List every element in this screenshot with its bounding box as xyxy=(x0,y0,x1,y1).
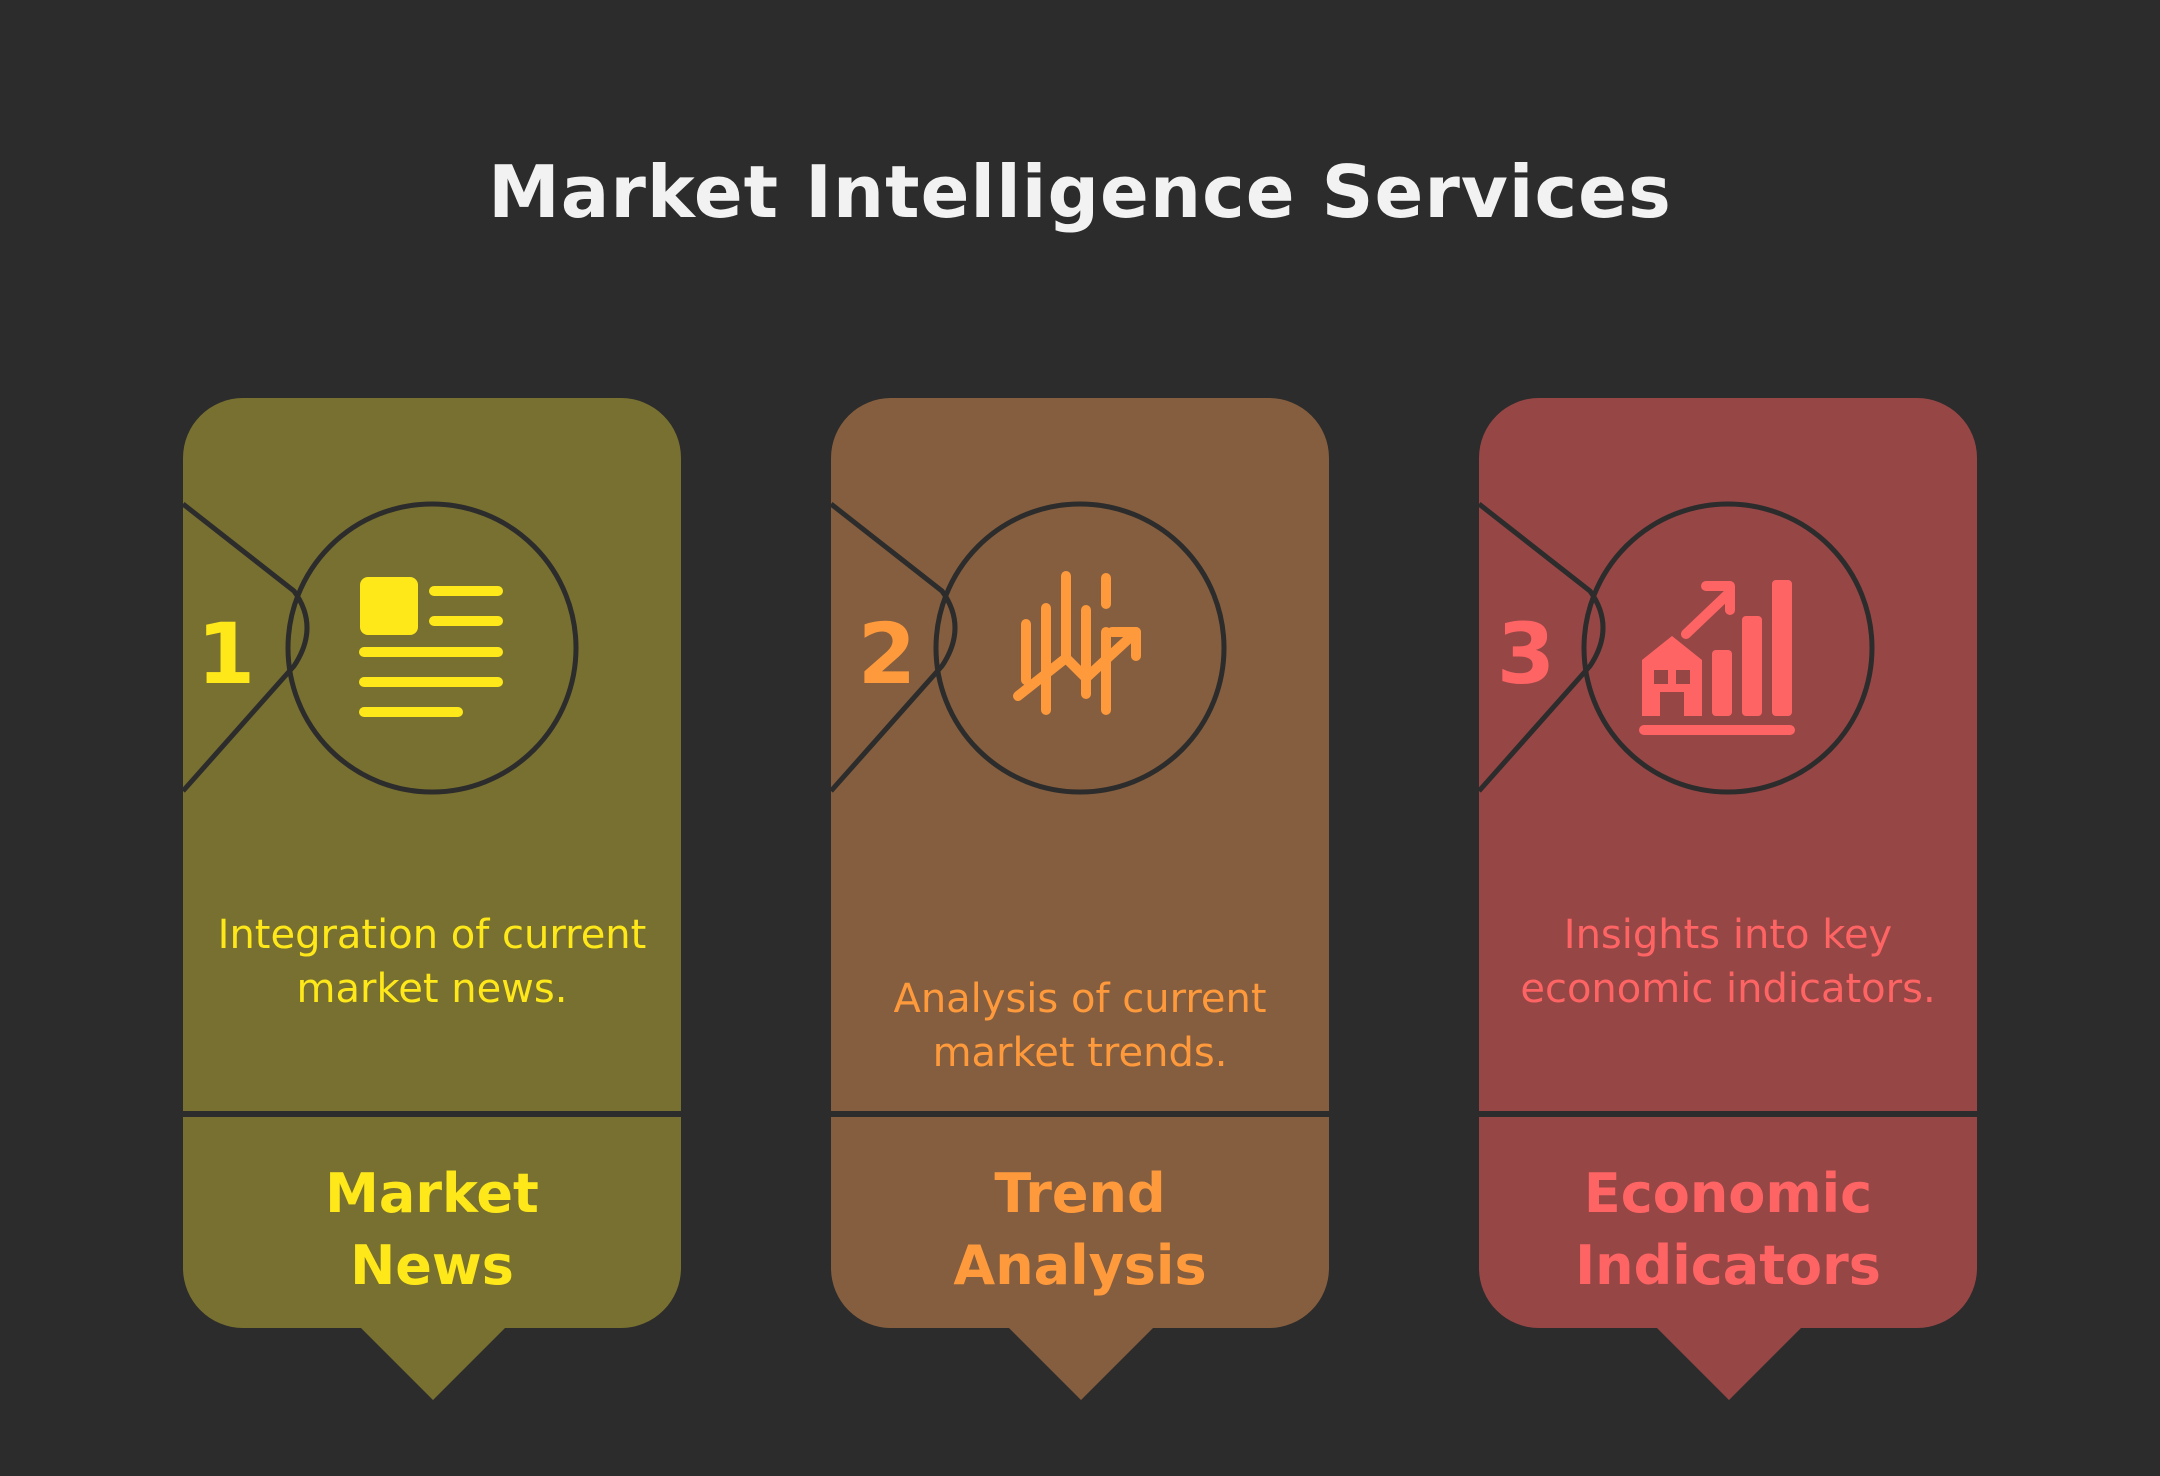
card-label: Economic Indicators xyxy=(1499,1158,1957,1302)
page-title: Market Intelligence Services xyxy=(488,150,1672,234)
newspaper-icon xyxy=(282,498,582,798)
card-description: Integration of current market news. xyxy=(217,912,647,1012)
step-number: 2 xyxy=(857,605,917,703)
card-label-line2: News xyxy=(350,1234,514,1297)
card-trend-analysis: 2 Analysis of current market trends. Tre… xyxy=(829,398,1329,1400)
infographic: Market Intelligence Services 1 Integrati… xyxy=(0,0,2160,1476)
trend-chart-icon xyxy=(930,498,1230,798)
card-description: Analysis of current market trends. xyxy=(893,976,1267,1076)
economic-growth-icon xyxy=(1578,498,1878,798)
card-label-line1: Trend xyxy=(994,1162,1166,1225)
card-description: Insights into key economic indicators. xyxy=(1520,912,1936,1012)
step-number: 3 xyxy=(1496,605,1556,703)
card-label-line1: Economic xyxy=(1583,1162,1873,1225)
step-number: 1 xyxy=(196,605,256,703)
card-market-news: 1 Integration of current market news. Ma… xyxy=(181,398,681,1400)
card-label-line2: Indicators xyxy=(1575,1234,1881,1297)
card-label-line1: Market xyxy=(325,1162,539,1225)
card-label: Market News xyxy=(203,1158,661,1302)
card-label: Trend Analysis xyxy=(851,1158,1309,1302)
card-economic-indicators: 3 Insights into key economic indicators.… xyxy=(1477,398,1977,1400)
card-label-line2: Analysis xyxy=(953,1234,1207,1297)
